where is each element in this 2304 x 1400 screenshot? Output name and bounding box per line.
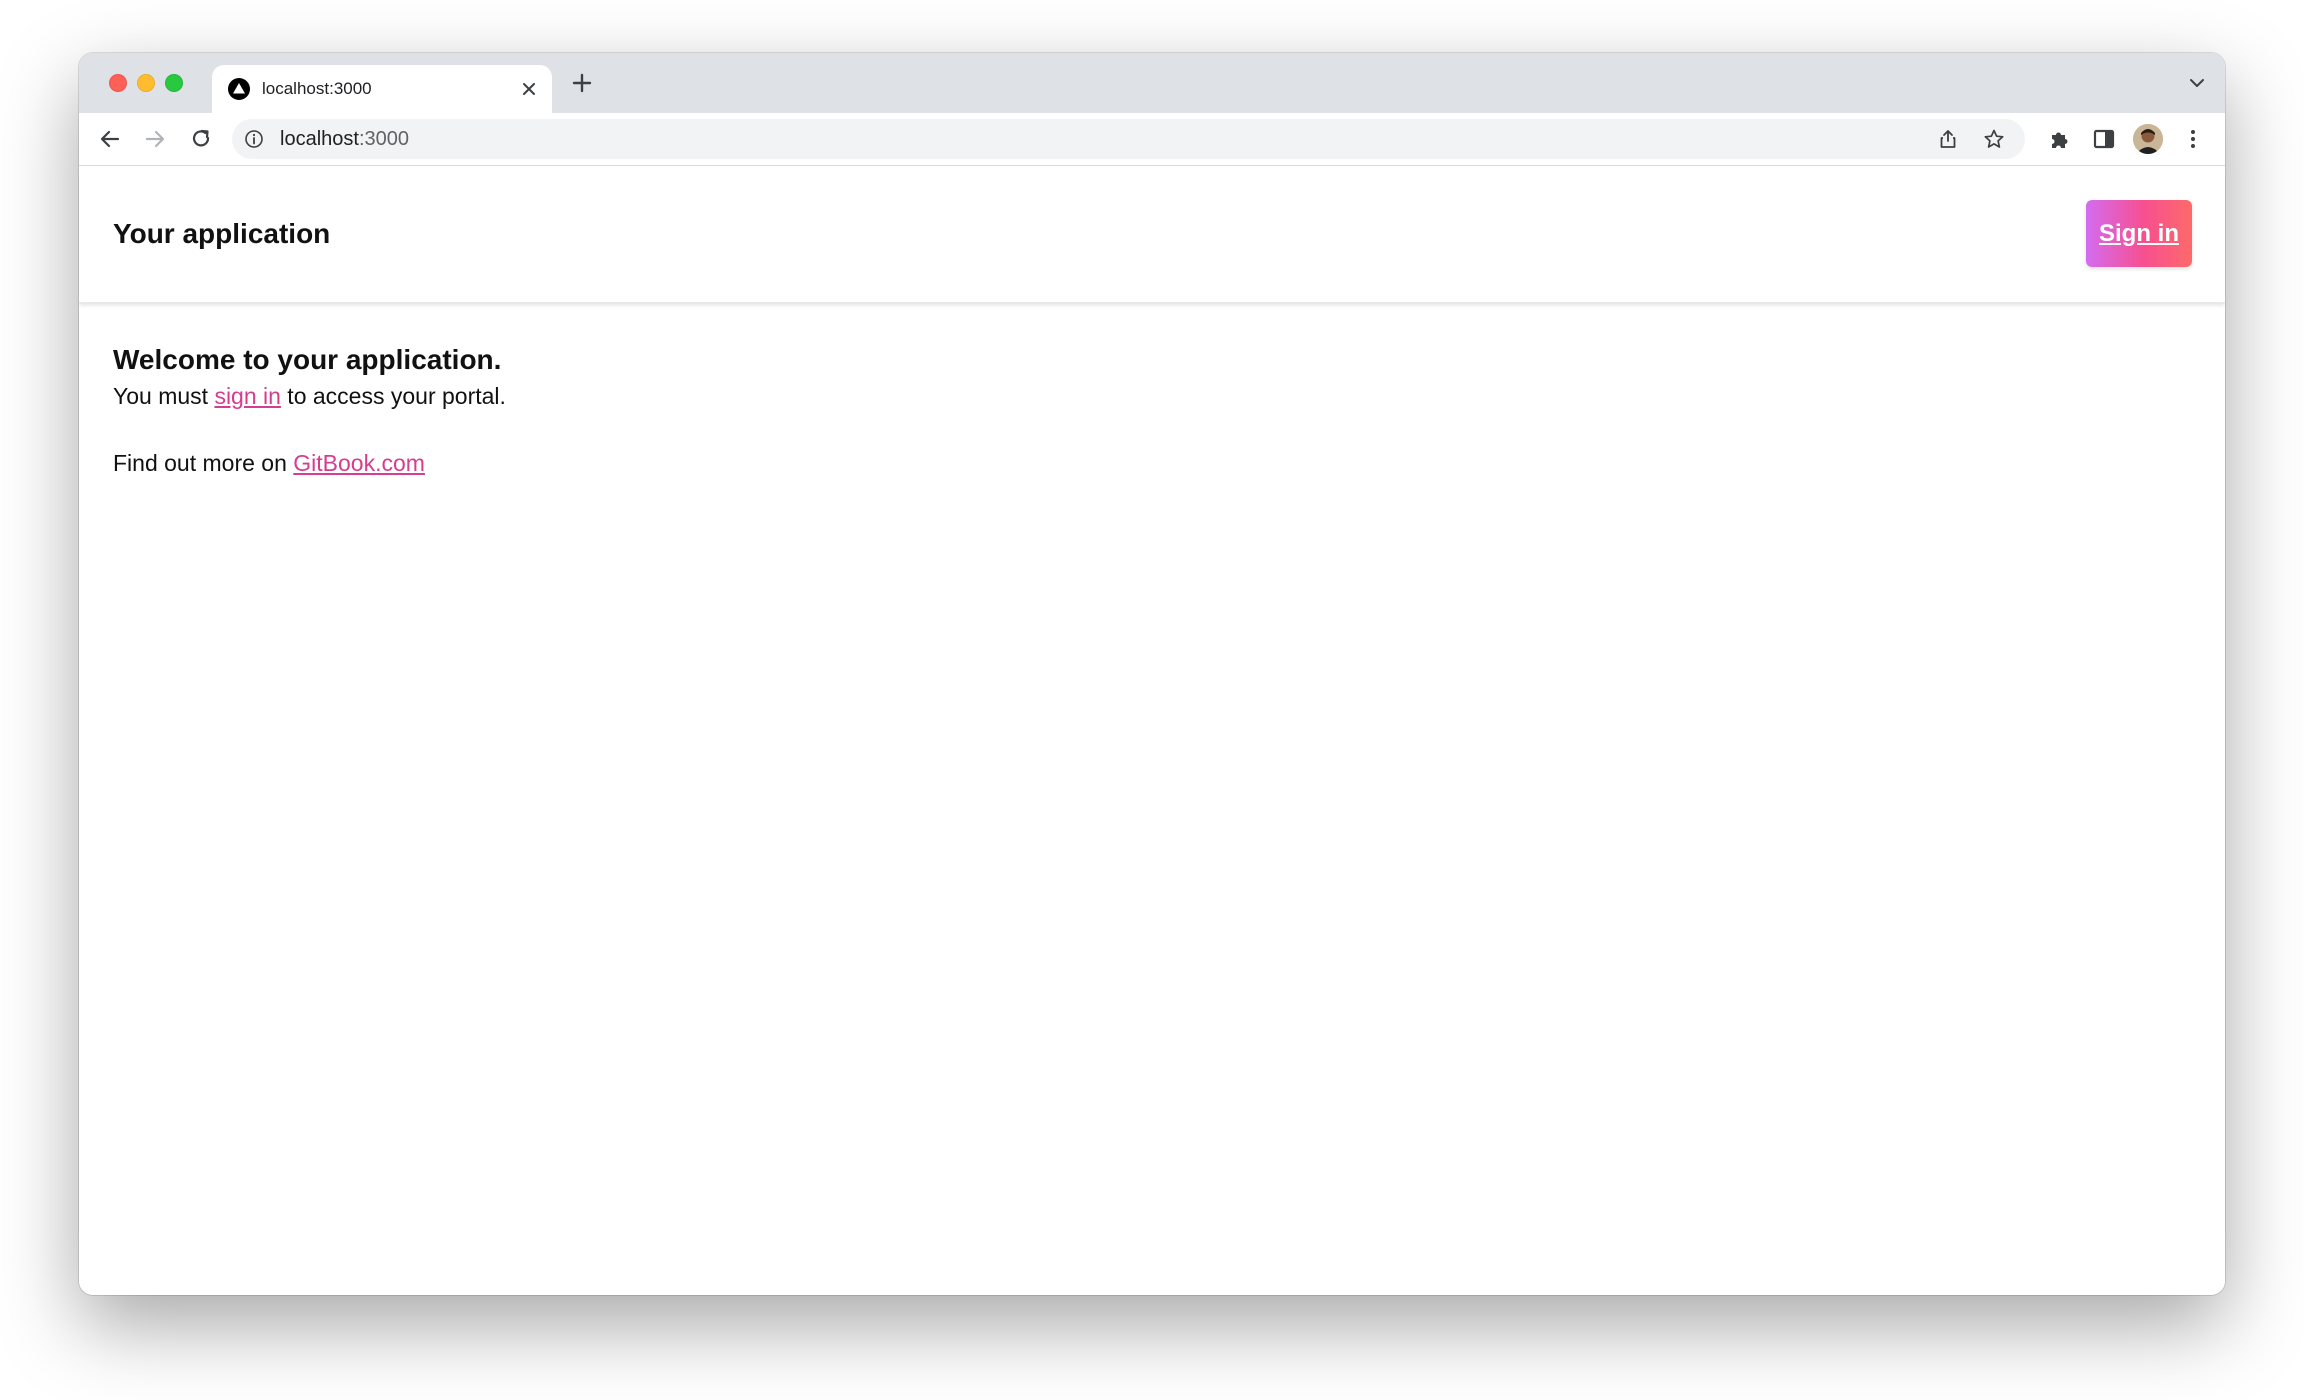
welcome-heading: Welcome to your application.	[113, 344, 502, 375]
find-out-more: Find out more on GitBook.com	[113, 446, 425, 480]
gitbook-link[interactable]: GitBook.com	[293, 450, 425, 476]
app-header: Your application Sign in	[79, 166, 2225, 303]
sign-in-prompt: You must sign in to access your portal.	[113, 379, 506, 413]
maximize-window-button[interactable]	[165, 74, 183, 92]
close-icon[interactable]	[518, 78, 540, 100]
profile-avatar[interactable]	[2133, 124, 2163, 154]
url-text: localhost:3000	[280, 128, 409, 151]
app-title: Your application	[113, 218, 331, 249]
info-icon[interactable]	[244, 129, 264, 149]
sign-in-link[interactable]: sign in	[214, 383, 280, 409]
web-page: Your application Sign in Welcome to your…	[79, 166, 2225, 1295]
tab-title: localhost:3000	[262, 79, 372, 98]
browser-window: localhost:3000 localhost:3000 Your appli…	[79, 53, 2225, 1295]
close-window-button[interactable]	[109, 74, 127, 92]
sign-in-button[interactable]: Sign in	[2086, 200, 2192, 267]
tab-strip: localhost:3000	[79, 53, 2225, 113]
prompt-prefix: You must	[113, 383, 215, 409]
url-host: localhost	[280, 128, 359, 150]
back-arrow-icon[interactable]	[97, 126, 123, 152]
minimize-window-button[interactable]	[137, 74, 155, 92]
chevron-down-icon[interactable]	[2187, 73, 2207, 93]
favicon-icon	[228, 78, 250, 100]
kebab-menu-icon[interactable]	[2180, 126, 2206, 152]
findout-prefix: Find out more on	[113, 450, 294, 476]
main-content: Welcome to your application. You must si…	[113, 341, 506, 476]
browser-toolbar: localhost:3000	[79, 113, 2225, 166]
plus-icon[interactable]	[569, 70, 595, 96]
reload-icon[interactable]	[188, 126, 214, 152]
prompt-suffix: to access your portal.	[280, 383, 506, 409]
star-icon[interactable]	[1983, 128, 2005, 150]
share-icon[interactable]	[1937, 128, 1959, 150]
puzzle-icon[interactable]	[2046, 126, 2072, 152]
avatar-image	[2133, 124, 2163, 154]
address-bar[interactable]: localhost:3000	[232, 119, 2025, 159]
browser-tab-active[interactable]: localhost:3000	[212, 65, 552, 113]
side-panel-icon[interactable]	[2091, 126, 2117, 152]
forward-arrow-icon[interactable]	[142, 126, 168, 152]
url-port: :3000	[358, 128, 409, 150]
